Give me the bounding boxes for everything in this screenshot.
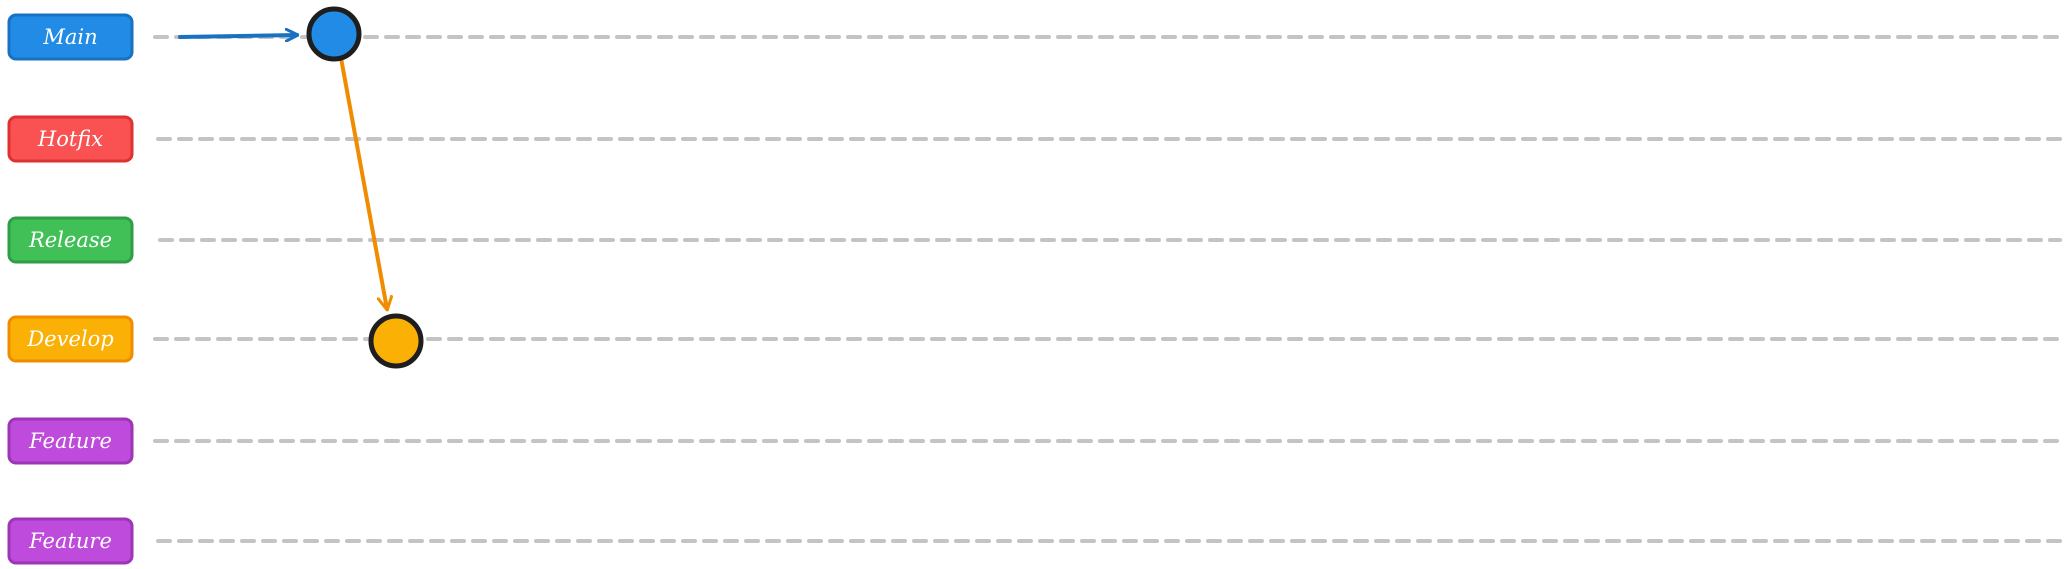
branch-label-main: Main [7, 13, 134, 61]
branch-label-feature-1: Feature [7, 417, 134, 465]
branch-label-feature-2: Feature [7, 517, 134, 565]
branch-label-develop: Develop [7, 315, 134, 363]
branch-label-text: Feature [28, 429, 112, 453]
branch-label-text: Hotfix [37, 127, 103, 151]
branch-label-text: Develop [26, 327, 113, 351]
branch-label-text: Feature [28, 529, 112, 553]
commit-edges [178, 35, 387, 309]
branch-labels: Main Hotfix Release Develop Feature Feature [7, 13, 134, 565]
git-flow-diagram: Main Hotfix Release Develop Feature Feature [7, 6, 2062, 565]
branch-label-hotfix: Hotfix [7, 115, 134, 163]
branch-label-text: Release [28, 228, 112, 252]
commit-node-main [306, 6, 362, 62]
branch-label-text: Main [42, 25, 97, 49]
main-to-develop-arrow [339, 56, 387, 309]
branch-label-release: Release [7, 216, 134, 264]
main-entry-arrow [178, 35, 297, 37]
commit-node-develop [368, 313, 424, 369]
branch-lanes [153, 35, 2062, 543]
